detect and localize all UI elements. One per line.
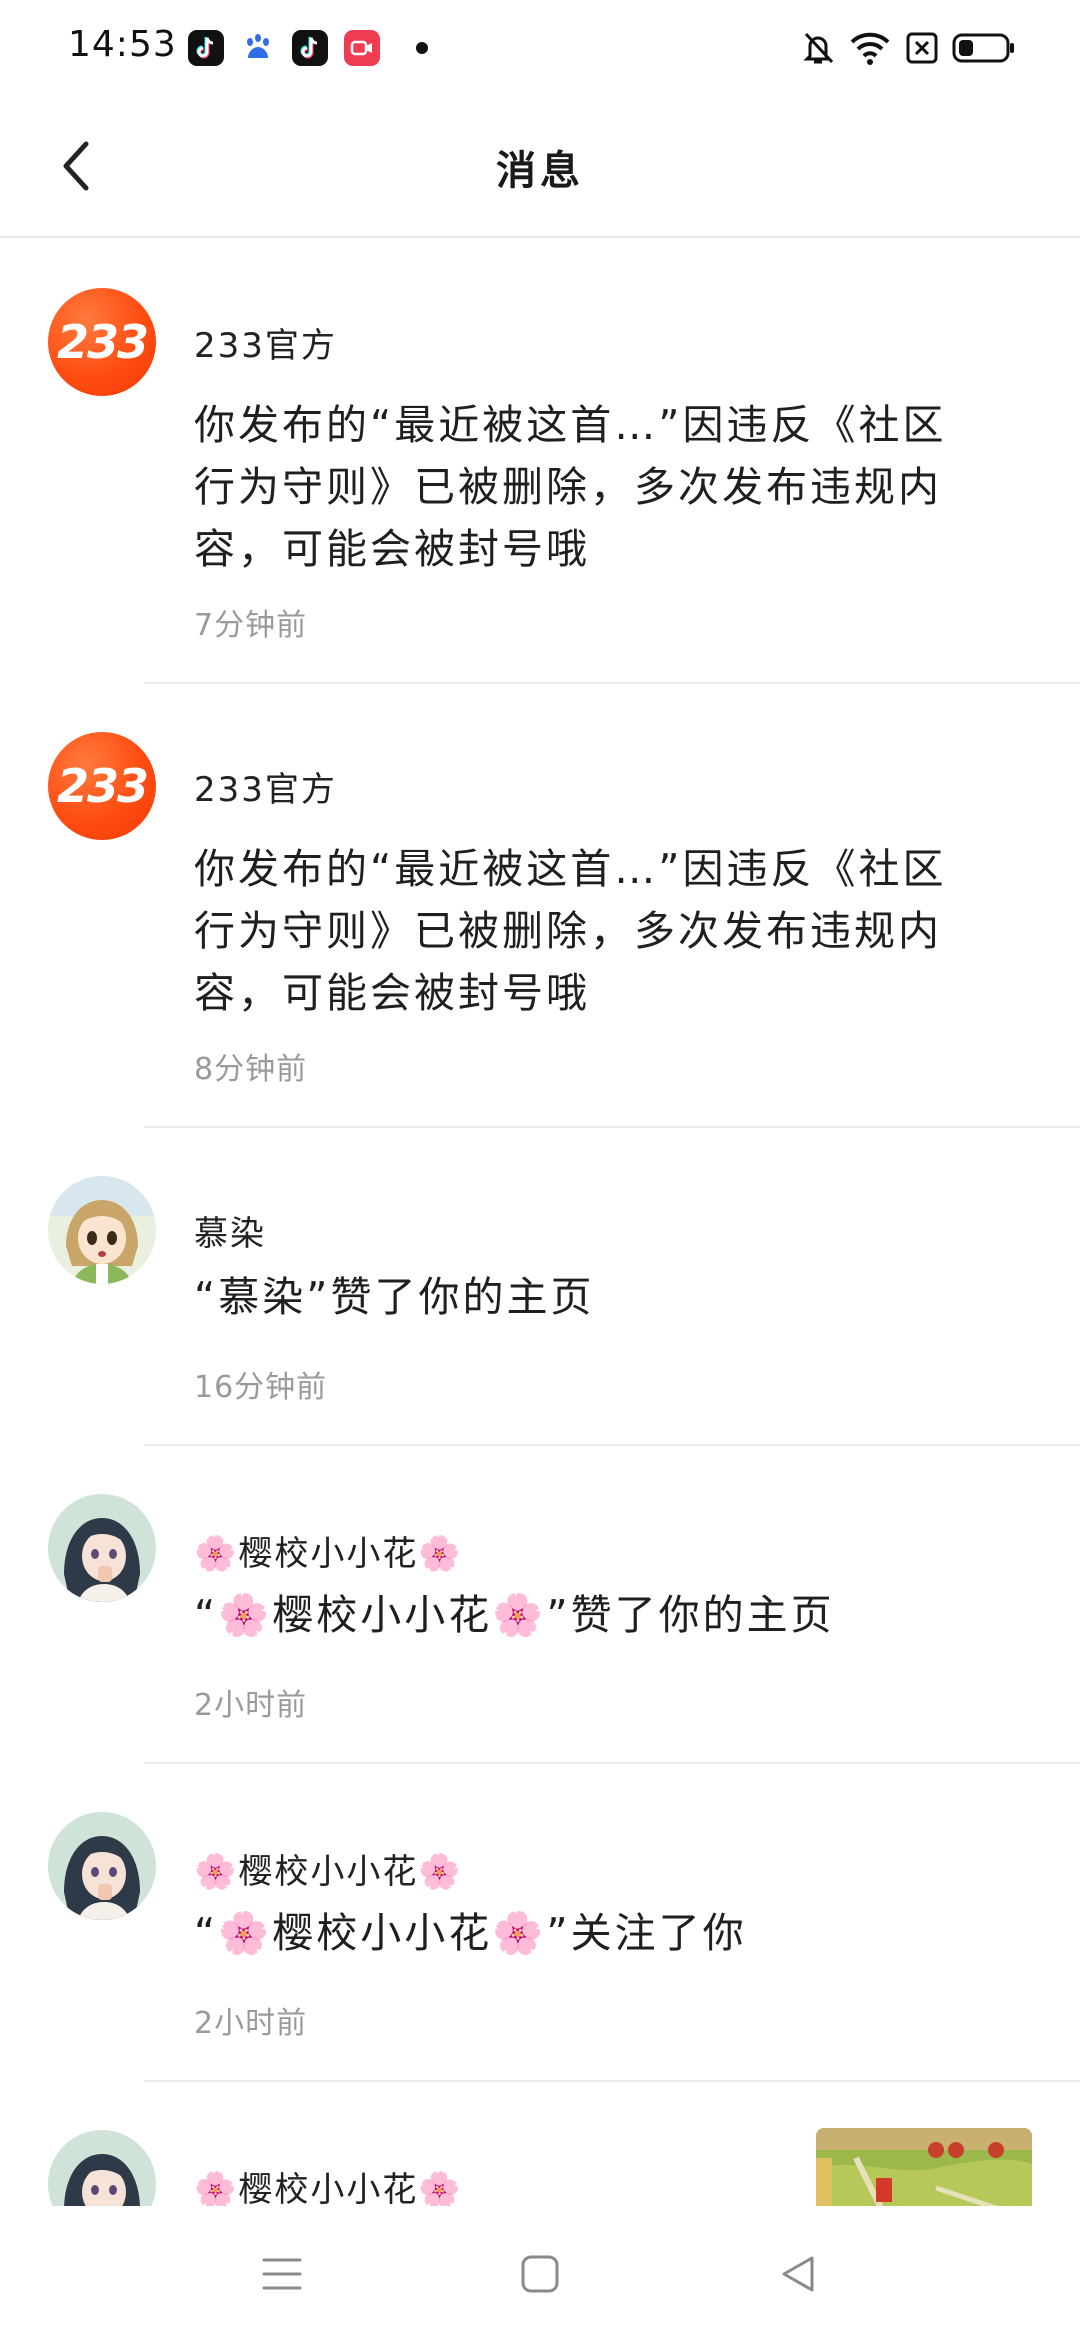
- list-item[interactable]: 🌸樱校小小花🌸 “🌸樱校小小花🌸”赞了你的主页 2小时前: [0, 1446, 1080, 1764]
- more-notifications-dot: [416, 42, 428, 54]
- video-call-icon: [344, 30, 380, 66]
- app-header: 消息: [0, 100, 1080, 238]
- list-item[interactable]: 🌸樱校小小花🌸 “🌸樱校小小花🌸”关注了你 2小时前: [0, 1764, 1080, 2082]
- menu-button[interactable]: [250, 2242, 314, 2306]
- avatar[interactable]: 233: [48, 732, 156, 840]
- battery-icon: [952, 28, 1016, 72]
- message-text: “慕染”赞了你的主页: [194, 1273, 595, 1321]
- anime-avatar-image: [48, 2130, 156, 2206]
- tiktok-icon: [188, 30, 224, 66]
- list-item[interactable]: 233 233官方 你发布的“最近被这首…”因违反《社区行为守则》已被删除，多次…: [0, 684, 1080, 1128]
- sender-name[interactable]: 233官方: [194, 762, 337, 811]
- menu-icon: [262, 2258, 302, 2290]
- sim-off-icon: [904, 28, 940, 72]
- sender-name[interactable]: 🌸樱校小小花🌸: [194, 1844, 463, 1893]
- mute-bell-icon: [800, 28, 836, 72]
- home-square-icon: [521, 2255, 559, 2293]
- post-thumbnail[interactable]: [816, 2128, 1032, 2206]
- wifi-icon: [848, 28, 892, 72]
- message-text: 你发布的“最近被这首…”因违反《社区行为守则》已被删除，多次发布违规内容，可能会…: [194, 401, 947, 573]
- tiktok-icon: [292, 30, 328, 66]
- avatar[interactable]: [48, 1812, 156, 1920]
- message-text: “🌸樱校小小花🌸”关注了你: [194, 1909, 747, 1957]
- sender-name[interactable]: 慕染: [194, 1206, 266, 1255]
- list-item[interactable]: 慕染 “慕染”赞了你的主页 16分钟前: [0, 1128, 1080, 1446]
- status-bar: 14:53: [0, 0, 1080, 96]
- message-text: 你发布的“最近被这首…”因违反《社区行为守则》已被删除，多次发布违规内容，可能会…: [194, 845, 947, 1017]
- avatar[interactable]: 233: [48, 288, 156, 396]
- message-time: 7分钟前: [194, 608, 308, 643]
- anime-avatar-image: [48, 1812, 156, 1920]
- message-time: 2小时前: [194, 2006, 308, 2041]
- sender-name[interactable]: 🌸樱校小小花🌸: [194, 2162, 463, 2206]
- avatar[interactable]: [48, 1494, 156, 1602]
- baidu-icon: [240, 30, 276, 66]
- status-time: 14:53: [68, 24, 177, 65]
- page-title: 消息: [496, 148, 584, 194]
- message-time: 2小时前: [194, 1688, 308, 1723]
- list-item[interactable]: 🌸樱校小小花🌸: [0, 2082, 1080, 2206]
- navigation-bar: [0, 2206, 1080, 2340]
- home-button[interactable]: [508, 2242, 572, 2306]
- anime-avatar-image: [48, 1176, 156, 1284]
- message-text: “🌸樱校小小花🌸”赞了你的主页: [194, 1591, 835, 1639]
- anime-avatar-image: [48, 1494, 156, 1602]
- back-triangle-icon: [782, 2256, 814, 2292]
- sender-name[interactable]: 233官方: [194, 318, 337, 367]
- message-list[interactable]: 233 233官方 你发布的“最近被这首…”因违反《社区行为守则》已被删除，多次…: [0, 238, 1080, 2206]
- sender-name[interactable]: 🌸樱校小小花🌸: [194, 1526, 463, 1575]
- system-back-button[interactable]: [766, 2242, 830, 2306]
- message-time: 16分钟前: [194, 1370, 328, 1405]
- avatar[interactable]: [48, 1176, 156, 1284]
- avatar[interactable]: [48, 2130, 156, 2206]
- messages-screen: 14:53 消息 233 233官方 你发布的“最近被这首…”因违反《社区行为守…: [0, 0, 1080, 2340]
- list-item[interactable]: 233 233官方 你发布的“最近被这首…”因违反《社区行为守则》已被删除，多次…: [0, 238, 1080, 682]
- message-time: 8分钟前: [194, 1052, 308, 1087]
- game-screenshot-image: [816, 2128, 1032, 2206]
